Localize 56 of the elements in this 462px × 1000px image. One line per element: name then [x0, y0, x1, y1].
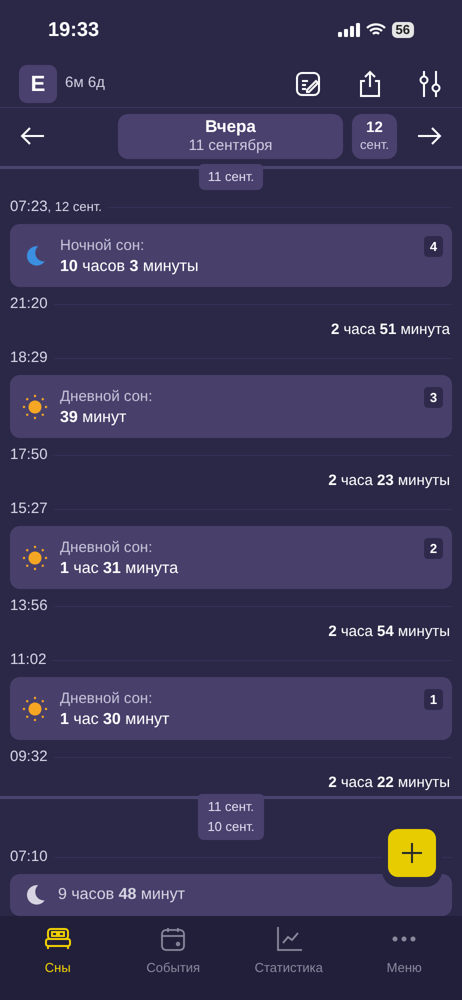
date-label: 11 сент. [208, 168, 254, 186]
clock: 19:33 [48, 18, 100, 43]
time-label: 13:56 [10, 596, 48, 616]
sleep-number: 2 [424, 538, 443, 559]
time-label: 18:29 [10, 348, 48, 368]
sleep-duration: 1 час 31 минута [60, 558, 178, 578]
awake-duration: 2 часа 23 минуты [328, 471, 450, 491]
wifi-icon [366, 23, 386, 37]
sleep-card[interactable]: Ночной сон: 10 часов 3 минуты 4 [10, 224, 452, 287]
sleep-number: 3 [424, 387, 443, 408]
settings-button[interactable] [417, 68, 443, 98]
time-label: 17:50 [10, 444, 48, 465]
date-label: 11 сент. [208, 798, 254, 816]
signal-icon [338, 23, 360, 37]
nav-tab[interactable]: Сны [0, 926, 116, 978]
sleep-card[interactable]: Дневной сон: 1 час 30 минут 1 [10, 677, 452, 740]
sun-icon [22, 544, 48, 570]
sleep-duration: 39 минут [60, 408, 128, 428]
time-label: 15:27 [10, 498, 48, 519]
sleep-number: 4 [424, 236, 443, 257]
sleep-type: Дневной сон: [60, 688, 154, 708]
add-button[interactable] [388, 829, 436, 877]
nav-tab[interactable]: Статистика [231, 926, 346, 978]
sleep-duration: 9 часов 48 минут [58, 885, 185, 905]
plus-icon [401, 842, 423, 864]
time-label: 21:20 [10, 294, 48, 314]
awake-duration: 2 часа 22 минуты [328, 773, 450, 793]
date-label: 10 сент. [207, 818, 255, 836]
sun-icon [22, 696, 48, 722]
time-label: 11:02 [10, 650, 46, 670]
sleep-card[interactable]: Дневной сон: 39 минут 3 [10, 375, 452, 438]
child-age: 6м 6д [65, 73, 105, 94]
nav-tab[interactable]: События [116, 926, 231, 978]
bed-icon [44, 926, 72, 952]
sleep-type: Дневной сон: [60, 386, 152, 406]
current-day-button[interactable]: Вчера 11 сентября [118, 114, 343, 158]
sleep-duration: 10 часов 3 минуты [60, 256, 198, 276]
battery-indicator: 56 [392, 22, 414, 38]
sleep-type: Ночной сон: [60, 236, 146, 256]
awake-duration: 2 часа 51 минута [330, 320, 450, 340]
time-label: 09:32 [10, 746, 48, 767]
avatar[interactable]: E [19, 64, 57, 102]
chart-icon [274, 926, 303, 952]
sleep-card[interactable]: 9 часов 48 минут [10, 874, 452, 916]
sun-icon [22, 394, 48, 420]
sleep-card[interactable]: Дневной сон: 1 час 31 минута 2 [10, 526, 452, 589]
awake-duration: 2 часа 54 минуты [328, 622, 450, 642]
calendar-icon [159, 926, 188, 952]
sleep-number: 1 [424, 689, 443, 710]
sleep-type: Дневной сон: [60, 538, 154, 558]
more-icon [392, 936, 416, 942]
time-label: 07:23, 12 сент. [10, 196, 102, 217]
sleep-duration: 1 час 30 минут [60, 710, 170, 730]
time-label: 07:10 [10, 846, 48, 867]
next-day-button[interactable]: 12 сент. [352, 114, 397, 158]
nav-tab[interactable]: Меню [346, 926, 462, 978]
